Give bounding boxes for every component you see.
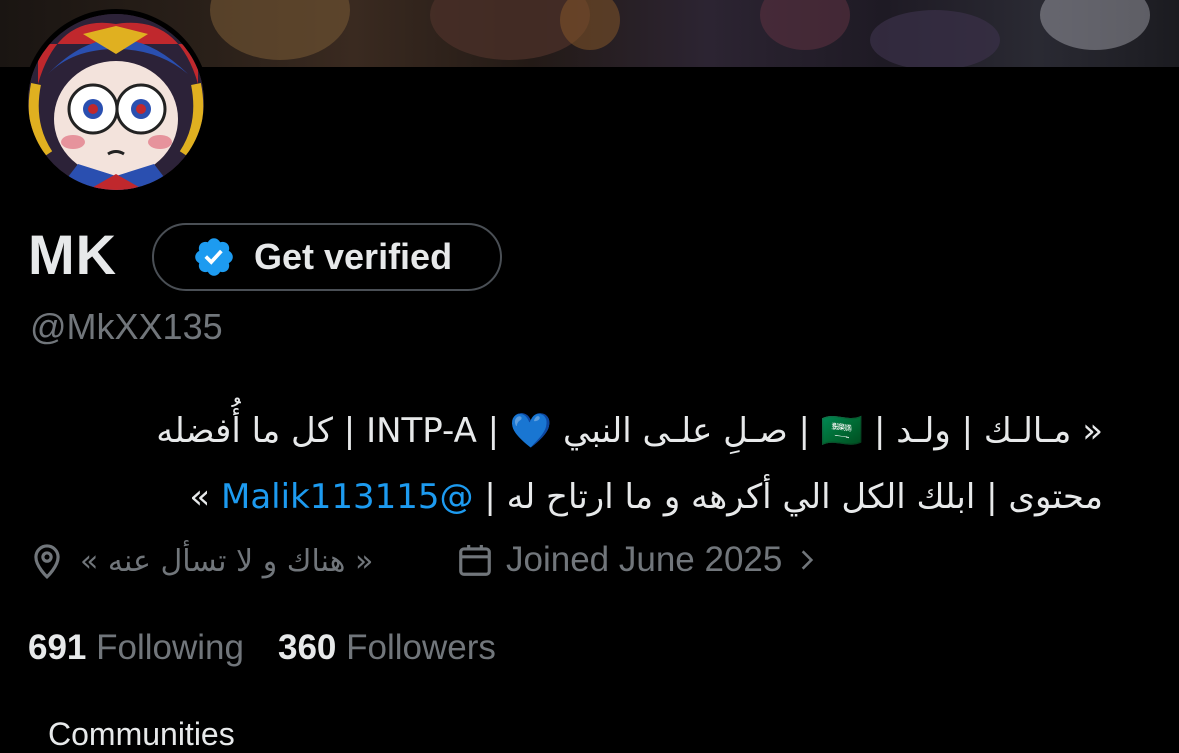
calendar-icon [459,544,491,576]
followers-label: Followers [346,628,496,667]
following-count: 691 [28,628,87,667]
display-name: MK [28,223,118,286]
verified-badge-icon [195,238,233,276]
followers-count: 360 [278,628,337,667]
following-link[interactable]: 691 Following [28,628,244,668]
username-handle: @MkXX135 [30,306,223,347]
avatar[interactable] [28,14,204,190]
get-verified-button[interactable]: Get verified [152,223,502,291]
profile-bio: « مـالـك | ولـد | 🇸🇦 | صـلِ علـى النبي 💙… [28,398,1103,530]
follow-stats: 691 Following 360 Followers [28,628,496,668]
bio-line-2: محتوى | ابلك الكل الي أكرهه و ما ارتاح ل… [28,464,1103,530]
profile-meta: « هناك و لا تسأل عنه » Joined June 2025 [28,540,908,590]
bio-line-2-text: محتوى | ابلك الكل الي أكرهه و ما ارتاح ل… [473,477,1103,517]
chevron-right-icon [802,550,814,570]
location-text: « هناك و لا تسأل عنه » [80,543,374,579]
bio-line-1: « مـالـك | ولـد | 🇸🇦 | صـلِ علـى النبي 💙… [156,411,1103,451]
get-verified-label: Get verified [254,236,453,277]
location-pin-icon [34,544,60,579]
location: « هناك و لا تسأل عنه » [28,540,373,582]
joined-date[interactable]: Joined June 2025 [456,540,820,580]
following-label: Following [96,628,244,667]
bio-mention-link[interactable]: @Malik113115 [221,477,474,517]
bio-line-2-end: » [189,477,221,517]
tab-communities[interactable]: Communities [48,716,235,753]
joined-text: Joined June 2025 [506,540,783,579]
followers-link[interactable]: 360 Followers [278,628,496,668]
avatar-image [28,14,204,190]
avatar-frame[interactable] [23,9,209,195]
